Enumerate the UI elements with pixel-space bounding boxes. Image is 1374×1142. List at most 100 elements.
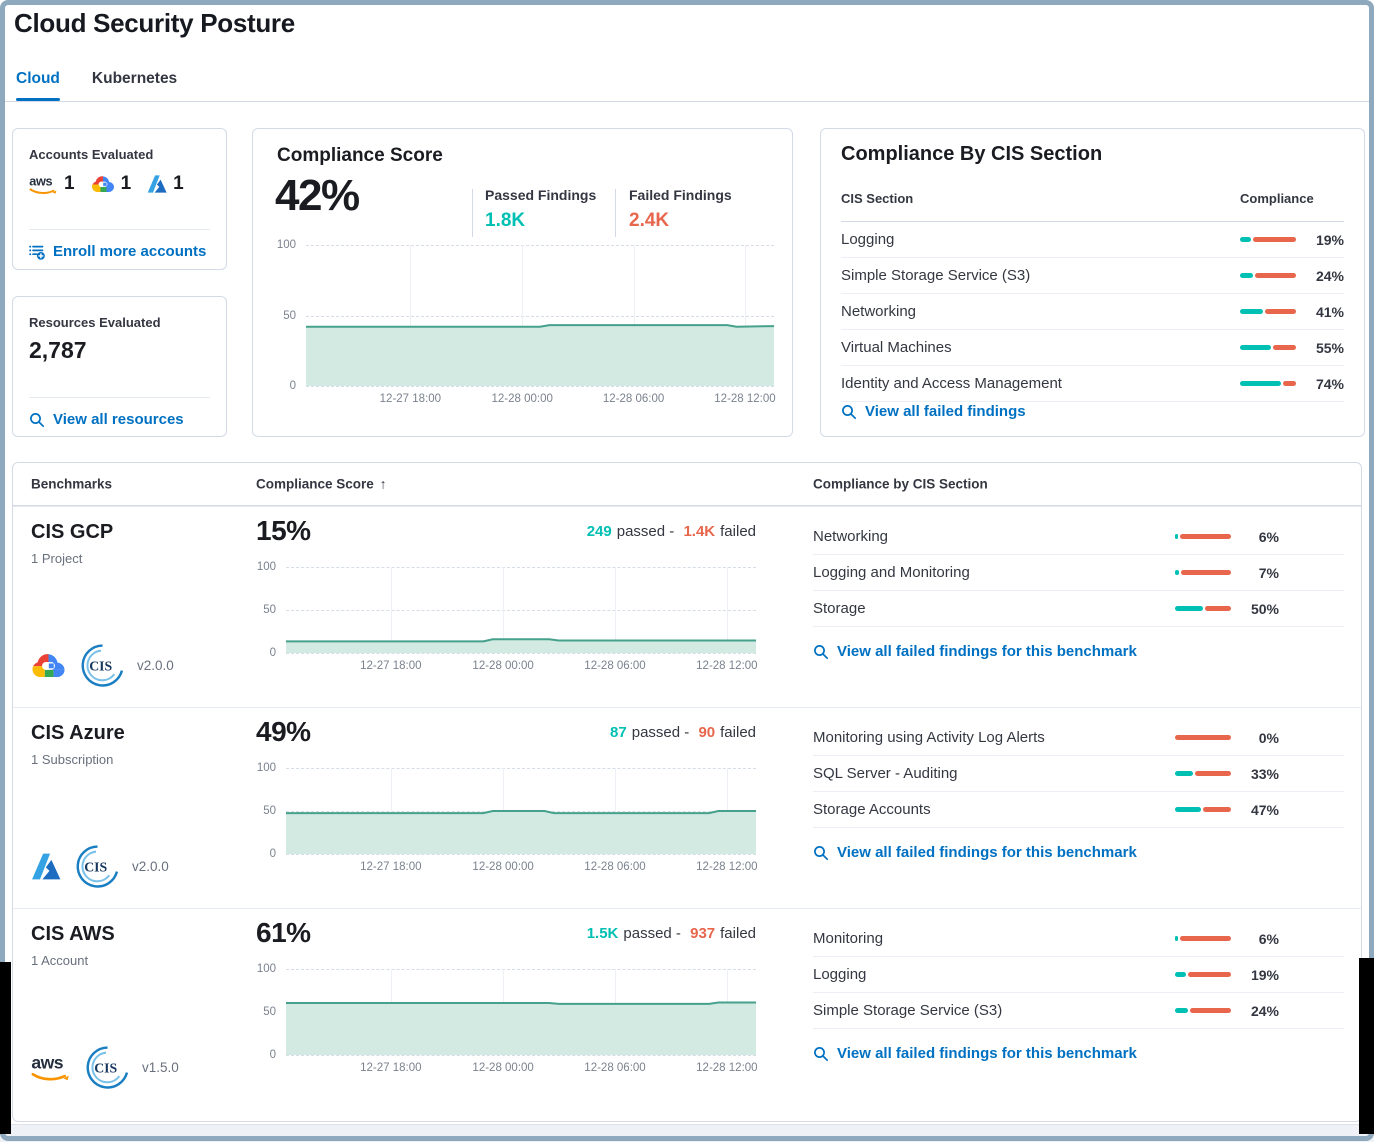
- chart-plot-area: [286, 969, 756, 1055]
- passed-bar-segment: [1240, 345, 1271, 350]
- compliance-by-cis-section-column-header: Compliance by CIS Section: [813, 477, 988, 492]
- failed-bar-segment: [1253, 237, 1296, 242]
- failed-bar-segment: [1181, 570, 1231, 575]
- benchmark-sections-cell: Networking6%Logging and Monitoring7%Stor…: [813, 507, 1344, 707]
- view-all-resources-link[interactable]: View all resources: [29, 411, 184, 428]
- failed-count: 1.4K: [683, 523, 715, 540]
- compliance-bar: [1240, 309, 1296, 314]
- compliance-bar: [1175, 534, 1231, 539]
- compliance-bar: [1240, 345, 1296, 350]
- enroll-more-accounts-label: Enroll more accounts: [53, 243, 206, 260]
- benchmark-info: CIS GCP 1 Project v2.0.0: [31, 507, 246, 707]
- section-name: Storage: [813, 600, 1175, 617]
- passed-bar-segment: [1240, 309, 1263, 314]
- compliance-bar: [1240, 237, 1296, 242]
- compliance-percent: 19%: [1231, 967, 1279, 983]
- benchmark-version: v2.0.0: [137, 658, 174, 673]
- chart-plot-area: [306, 245, 774, 386]
- resources-evaluated-card: Resources Evaluated 2,787 View all resou…: [12, 296, 227, 437]
- view-all-failed-findings-link[interactable]: View all failed findings: [841, 403, 1026, 420]
- benchmark-info: CIS AWS 1 Account v1.5.0: [31, 909, 246, 1109]
- page-title: Cloud Security Posture: [14, 8, 295, 39]
- compliance-score-column-header[interactable]: Compliance Score↑: [256, 477, 387, 492]
- cis-section-row: Simple Storage Service (S3)24%: [813, 993, 1344, 1029]
- passed-count: 249: [587, 523, 612, 540]
- view-failed-findings-benchmark-link[interactable]: View all failed findings for this benchm…: [813, 844, 1344, 861]
- cis-section-row: Storage50%: [813, 591, 1344, 627]
- compliance-by-cis-section-card: Compliance By CIS Section CIS Section Co…: [820, 128, 1365, 437]
- section-name: Networking: [813, 528, 1175, 545]
- chart-y-axis: 100500: [249, 768, 286, 854]
- search-icon: [813, 644, 829, 660]
- failed-bar-segment: [1205, 606, 1231, 611]
- passed-bar-segment: [1175, 771, 1193, 776]
- compliance-bar: [1240, 273, 1296, 278]
- cis-section-row: Networking 6%: [813, 519, 1344, 555]
- compliance-percent: 6%: [1231, 529, 1279, 545]
- section-name: SQL Server - Auditing: [813, 765, 1175, 782]
- chart-y-axis: 100500: [249, 969, 286, 1055]
- section-name: Monitoring: [813, 930, 1175, 947]
- enroll-more-accounts-link[interactable]: Enroll more accounts: [29, 243, 206, 260]
- passed-failed-summary: 249 passed - 1.4K failed: [587, 523, 756, 540]
- search-icon: [813, 845, 829, 861]
- passed-text: passed -: [617, 523, 675, 540]
- card-divider: [29, 229, 210, 230]
- view-all-failed-findings-label: View all failed findings: [865, 403, 1026, 420]
- benchmark-score-value: 49%: [256, 716, 311, 748]
- passed-count: 1.5K: [587, 925, 619, 942]
- screenshot-artifact-right: [1359, 958, 1374, 1134]
- cis-section-row: Simple Storage Service (S3)24%: [841, 258, 1344, 294]
- failed-text: failed: [720, 925, 756, 942]
- compliance-bar: [1175, 771, 1231, 776]
- failed-bar-segment: [1255, 273, 1296, 278]
- tabs-divider: [0, 101, 1374, 102]
- failed-bar-segment: [1273, 345, 1296, 350]
- cis-logo-icon: [79, 643, 124, 688]
- compliance-score-card: Compliance Score 42% Passed Findings 1.8…: [252, 128, 793, 437]
- cis-section-column-header: CIS Section: [841, 191, 1240, 206]
- compliance-percent: 0%: [1231, 730, 1279, 746]
- benchmark-version: v2.0.0: [132, 859, 169, 874]
- tab-cloud[interactable]: Cloud: [16, 70, 60, 101]
- screenshot-artifact-left: [0, 962, 11, 1134]
- resources-evaluated-title: Resources Evaluated: [29, 315, 161, 330]
- view-failed-findings-benchmark-link[interactable]: View all failed findings for this benchm…: [813, 643, 1344, 660]
- aws-logo-icon: [29, 174, 58, 195]
- benchmark-subtitle: 1 Project: [31, 551, 246, 566]
- compliance-percent: 6%: [1231, 931, 1279, 947]
- benchmark-row-cis-gcp: CIS GCP 1 Project v2.0.0 15% 249passed -…: [13, 506, 1361, 707]
- passed-bar-segment: [1175, 534, 1178, 539]
- accounts-evaluated-title: Accounts Evaluated: [29, 147, 153, 162]
- passed-bar-segment: [1175, 972, 1186, 977]
- view-failed-findings-benchmark-label: View all failed findings for this benchm…: [837, 1045, 1137, 1062]
- stat-divider: [615, 189, 616, 237]
- cis-section-row: Monitoring 6%: [813, 921, 1344, 957]
- sort-ascending-icon: ↑: [380, 477, 387, 492]
- benchmark-subtitle: 1 Subscription: [31, 752, 246, 767]
- passed-bar-segment: [1175, 936, 1178, 941]
- compliance-percent: 55%: [1296, 340, 1344, 356]
- cis-section-row: Logging19%: [813, 957, 1344, 993]
- compliance-score-title: Compliance Score: [277, 145, 443, 167]
- tab-kubernetes[interactable]: Kubernetes: [92, 70, 177, 101]
- failed-bar-segment: [1175, 735, 1231, 740]
- view-failed-findings-benchmark-link[interactable]: View all failed findings for this benchm…: [813, 1045, 1344, 1062]
- section-name: Logging: [841, 231, 1240, 248]
- tab-kubernetes-label: Kubernetes: [92, 70, 177, 87]
- enroll-accounts-icon: [29, 244, 45, 260]
- search-icon: [29, 412, 45, 428]
- failed-bar-segment: [1188, 972, 1231, 977]
- failed-bar-segment: [1180, 936, 1231, 941]
- azure-logo-icon: [147, 175, 167, 193]
- gcp-count-value: 1: [121, 173, 132, 195]
- provider-account-counts: 1 1 1: [29, 173, 184, 195]
- cis-section-row: Virtual Machines55%: [841, 330, 1344, 366]
- benchmark-score-cell: 49% 87passed - 90failed 10050012-27 18:0…: [256, 708, 756, 908]
- failed-text: failed: [720, 523, 756, 540]
- compliance-percent: 33%: [1231, 766, 1279, 782]
- section-name: Monitoring using Activity Log Alerts: [813, 729, 1175, 746]
- benchmarks-table-header: Benchmarks Compliance Score↑ Compliance …: [13, 463, 1361, 506]
- cis-azure-trend-chart: 10050012-27 18:0012-28 00:0012-28 06:001…: [249, 768, 756, 878]
- benchmarks-table: Benchmarks Compliance Score↑ Compliance …: [12, 462, 1362, 1122]
